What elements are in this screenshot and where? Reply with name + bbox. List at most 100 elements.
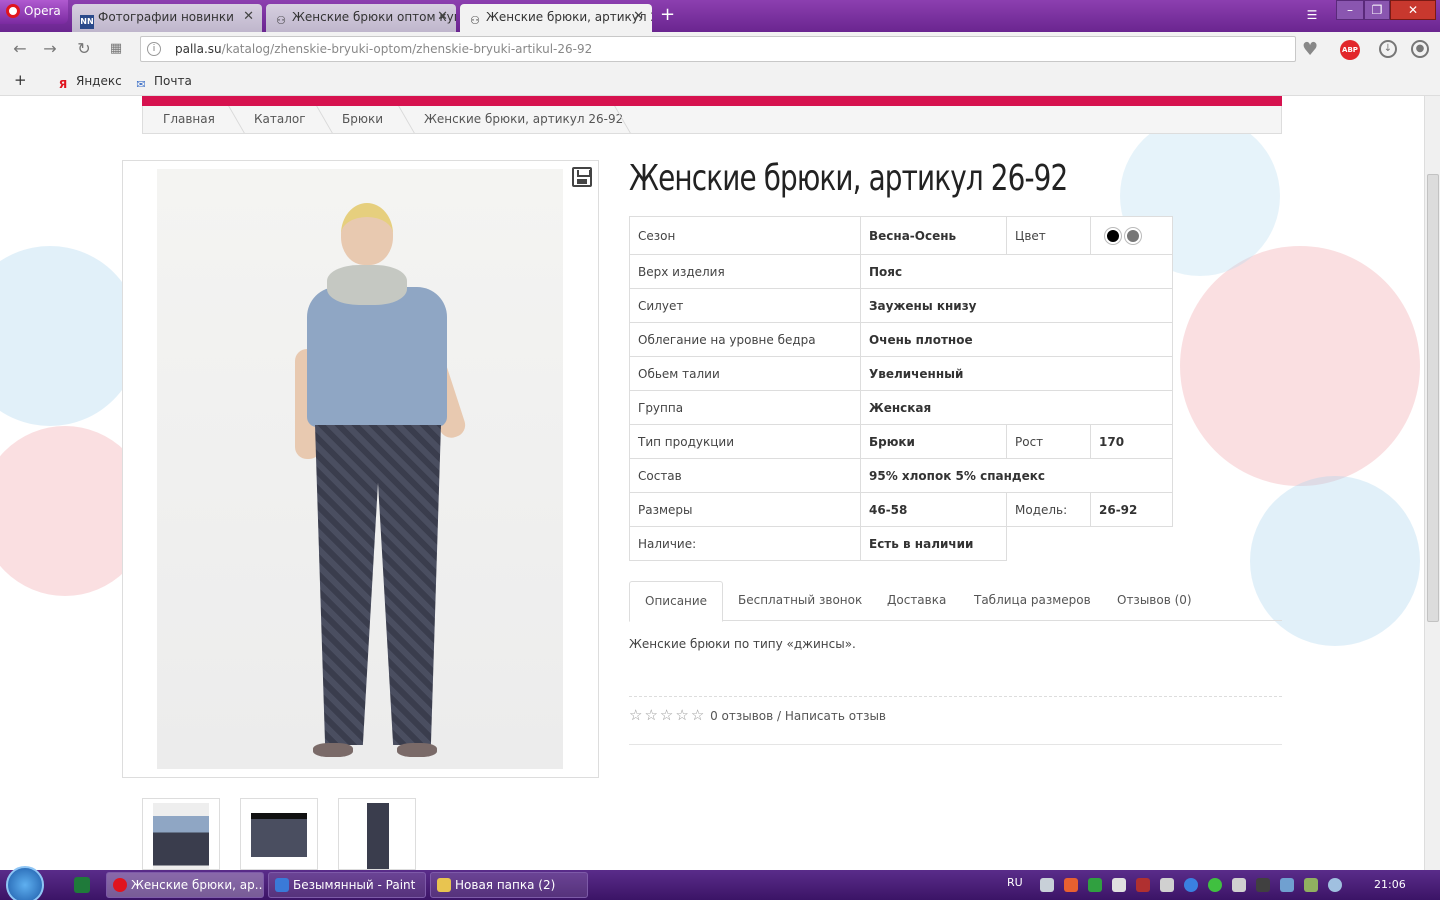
product-specs-table: Сезон Весна-Осень Цвет Верх изделия Пояс … (629, 216, 1173, 561)
table-row: Облегание на уровне бедра Очень плотное (629, 322, 1173, 357)
color-swatch-black[interactable] (1105, 227, 1121, 244)
tab-trousers-article[interactable]: ⚇Женские брюки, артикул 26-92 ✕ (460, 4, 652, 32)
write-review-link[interactable]: 0 отзывов / Написать отзыв (710, 709, 886, 723)
yandex-icon: Я (58, 78, 68, 91)
reload-icon[interactable]: ↻ (74, 39, 94, 59)
breadcrumb-trousers[interactable]: Брюки (342, 112, 383, 126)
spec-value: Пояс (860, 254, 1173, 289)
bookmark-yandex[interactable]: Я Яндекс (56, 74, 122, 92)
account-icon[interactable]: ● (1411, 40, 1429, 58)
product-main-image[interactable] (122, 160, 599, 778)
spec-value: Увеличенный (860, 356, 1173, 391)
tray-icon[interactable] (1040, 878, 1054, 892)
volume-icon[interactable] (1232, 878, 1246, 892)
color-swatch-gray[interactable] (1125, 227, 1141, 244)
breadcrumb-home[interactable]: Главная (163, 112, 215, 126)
language-indicator[interactable]: RU (1007, 876, 1023, 889)
forward-icon[interactable]: → (40, 39, 60, 59)
breadcrumb-catalog[interactable]: Каталог (254, 112, 306, 126)
close-window-button[interactable]: ✕ (1390, 0, 1436, 20)
windows-taskbar: Женские брюки, ар... Безымянный - Paint … (0, 866, 1440, 900)
product-title: Женские брюки, артикул 26-92 (629, 158, 1068, 199)
star-icon: ☆ (644, 706, 658, 724)
heart-icon[interactable]: ♥ (1302, 39, 1318, 60)
opera-menu-button[interactable]: Opera (0, 0, 68, 24)
excel-icon[interactable] (74, 877, 90, 893)
shield-icon[interactable] (1088, 878, 1102, 892)
back-icon[interactable]: ← (10, 39, 30, 59)
page-viewport: Главная Каталог Брюки Женские брюки, арт… (0, 96, 1424, 870)
spec-value: Весна-Осень (860, 216, 1007, 255)
clock[interactable]: 21:06 (1374, 878, 1406, 891)
tray-icon[interactable] (1304, 878, 1318, 892)
download-icon[interactable]: ↓ (1379, 40, 1397, 58)
spec-label: Модель: (1006, 492, 1091, 527)
network-icon[interactable] (1328, 878, 1342, 892)
model-figure (307, 287, 447, 427)
add-bookmark-button[interactable]: + (14, 71, 27, 89)
tray-icon[interactable] (1256, 878, 1270, 892)
model-figure (313, 743, 353, 757)
close-tab-icon[interactable]: ✕ (243, 9, 254, 24)
star-icon: ☆ (675, 706, 689, 724)
start-button[interactable] (6, 866, 44, 900)
browser-tab-bar: Opera NN Фотографии новинки ✕ ⚇ Женские бр… (0, 0, 1440, 32)
tray-icon[interactable] (1136, 878, 1150, 892)
tab-delivery[interactable]: Доставка (872, 581, 961, 621)
table-row: Наличие: Есть в наличии (629, 526, 1173, 561)
spec-value: 46-58 (860, 492, 1007, 527)
table-row: Обьем талии Увеличенный (629, 356, 1173, 391)
tray-icon[interactable] (1280, 878, 1294, 892)
speed-dial-icon[interactable]: ▦ (106, 39, 126, 59)
scrollbar-thumb[interactable] (1427, 174, 1439, 622)
signal-icon[interactable] (1160, 878, 1174, 892)
tray-icon[interactable] (1064, 878, 1078, 892)
spec-label: Размеры (629, 492, 861, 527)
minimize-button[interactable]: – (1336, 0, 1364, 20)
table-row: Тип продукции Брюки Рост 170 (629, 424, 1173, 459)
model-figure (315, 425, 441, 745)
tray-icon[interactable] (1112, 878, 1126, 892)
bookmarks-bar: + Я Яндекс ✉ Почта (0, 66, 1440, 96)
product-description: Женские брюки по типу «джинсы». (629, 637, 856, 651)
table-row: Состав 95% хлопок 5% спандекс (629, 458, 1173, 493)
nn-favicon-icon: NN (80, 15, 94, 29)
page-scrollbar[interactable] (1424, 96, 1440, 870)
taskbar-paint[interactable]: Безымянный - Paint (268, 872, 426, 898)
save-image-icon[interactable] (572, 167, 592, 187)
tab-free-call[interactable]: Бесплатный звонок (723, 581, 877, 621)
table-row: Группа Женская (629, 390, 1173, 425)
breadcrumb-current: Женские брюки, артикул 26-92 (424, 112, 624, 126)
tab-size-table[interactable]: Таблица размеров (959, 581, 1106, 621)
spec-value: Есть в наличии (860, 526, 1007, 561)
close-tab-icon[interactable]: ✕ (633, 9, 644, 24)
new-tab-button[interactable]: + (660, 6, 675, 24)
paint-icon (275, 878, 289, 892)
spec-value: Заужены книзу (860, 288, 1173, 323)
product-thumbnail[interactable] (142, 798, 220, 870)
tray-icon[interactable] (1208, 878, 1222, 892)
breadcrumb: Главная Каталог Брюки Женские брюки, арт… (142, 106, 1282, 134)
tab-photos[interactable]: NN Фотографии новинки ✕ (72, 4, 262, 32)
tray-icon[interactable] (1184, 878, 1198, 892)
tab-description[interactable]: Описание (629, 581, 724, 622)
tab-reviews[interactable]: Отзывов (0) (1102, 581, 1207, 621)
site-info-icon[interactable]: i (147, 42, 161, 56)
rating-row: ☆ ☆ ☆ ☆ ☆ 0 отзывов / Написать отзыв (629, 706, 886, 724)
close-tab-icon[interactable]: ✕ (437, 9, 448, 24)
adblock-plus-icon[interactable]: ABP (1340, 40, 1360, 60)
color-swatches (1090, 216, 1173, 255)
flower-decoration (1180, 246, 1420, 486)
bookmark-mail[interactable]: ✉ Почта (134, 74, 191, 92)
model-figure (397, 743, 437, 757)
taskbar-folder[interactable]: Новая папка (2) (430, 872, 588, 898)
maximize-button[interactable]: ❐ (1364, 0, 1390, 20)
product-thumbnail[interactable] (240, 798, 318, 870)
spec-value: Очень плотное (860, 322, 1173, 357)
address-bar[interactable]: i palla.su/katalog/zhenskie-bryuki-optom… (140, 36, 1296, 62)
tab-trousers-wholesale[interactable]: ⚇Женские брюки оптом купить ✕ (266, 4, 456, 32)
tab-menu-icon[interactable]: ☰ (1302, 6, 1322, 26)
taskbar-opera[interactable]: Женские брюки, ар... (106, 872, 264, 898)
spec-value: 26-92 (1090, 492, 1173, 527)
product-thumbnail[interactable] (338, 798, 416, 870)
